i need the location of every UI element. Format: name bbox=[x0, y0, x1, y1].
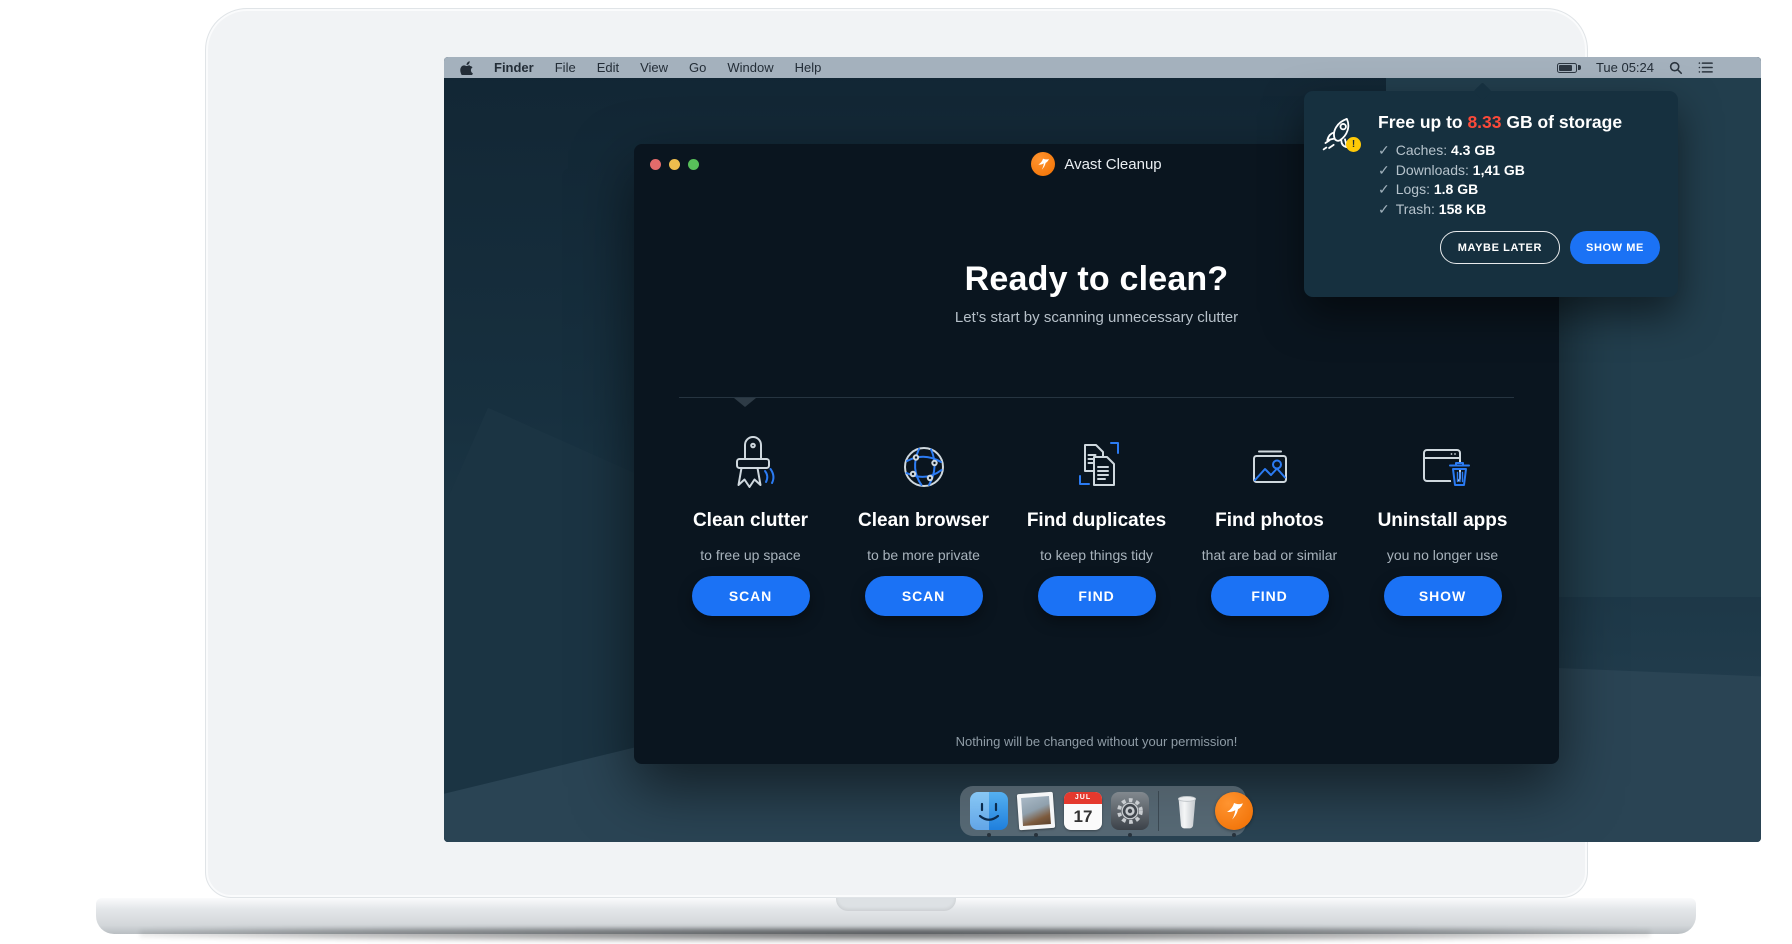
cleanup-items-list: ✓Caches: 4.3 GB ✓Downloads: 1,41 GB ✓Log… bbox=[1378, 141, 1660, 219]
dock-mail-icon[interactable] bbox=[1017, 792, 1055, 830]
feature-find-duplicates: Find duplicates to keep things tidy FIND bbox=[1010, 428, 1183, 616]
section-divider bbox=[679, 397, 1514, 398]
dock-settings-icon[interactable] bbox=[1111, 792, 1149, 830]
warning-badge-icon: ! bbox=[1346, 137, 1361, 152]
apple-menu-icon[interactable] bbox=[460, 60, 473, 75]
duplicates-icon bbox=[1059, 428, 1135, 506]
list-item-caches: ✓Caches: 4.3 GB bbox=[1378, 141, 1660, 161]
maybe-later-button[interactable]: MAYBE LATER bbox=[1440, 231, 1560, 264]
feature-subtitle: to keep things tidy bbox=[1040, 547, 1153, 563]
find-duplicates-button[interactable]: FIND bbox=[1038, 576, 1156, 616]
menu-bar-right: Tue 05:24 bbox=[1557, 60, 1713, 75]
battery-icon bbox=[1557, 63, 1581, 73]
feature-subtitle: you no longer use bbox=[1387, 547, 1498, 563]
brush-icon bbox=[713, 428, 789, 506]
feature-clean-browser: Clean browser to be more private SCAN bbox=[837, 428, 1010, 616]
show-apps-button[interactable]: SHOW bbox=[1384, 576, 1502, 616]
dock-calendar-icon[interactable]: JUL 17 bbox=[1064, 792, 1102, 830]
selected-tab-pointer bbox=[734, 398, 756, 407]
scan-browser-button[interactable]: SCAN bbox=[865, 576, 983, 616]
photos-icon bbox=[1232, 428, 1308, 506]
dock-trash-icon[interactable] bbox=[1168, 792, 1206, 830]
storage-amount: 8.33 bbox=[1467, 112, 1501, 132]
search-icon[interactable] bbox=[1669, 61, 1683, 75]
feature-clean-clutter: Clean clutter to free up space SCAN bbox=[664, 428, 837, 616]
feature-title: Clean clutter bbox=[693, 510, 808, 532]
calendar-day: 17 bbox=[1064, 804, 1102, 830]
laptop-base-notch bbox=[836, 898, 956, 911]
running-indicator bbox=[987, 833, 991, 837]
feature-title: Find photos bbox=[1215, 510, 1324, 532]
avast-logo-icon bbox=[1031, 152, 1055, 176]
dock-divider bbox=[1158, 791, 1159, 831]
scan-clutter-button[interactable]: SCAN bbox=[692, 576, 810, 616]
menu-item-finder[interactable]: Finder bbox=[494, 60, 534, 75]
running-indicator bbox=[1128, 833, 1132, 837]
feature-row: Clean clutter to free up space SCAN bbox=[664, 428, 1529, 616]
laptop-lid: Finder File Edit View Go Window Help Tue… bbox=[205, 8, 1588, 898]
laptop-mockup: Finder File Edit View Go Window Help Tue… bbox=[0, 0, 1792, 944]
find-photos-button[interactable]: FIND bbox=[1211, 576, 1329, 616]
calendar-month: JUL bbox=[1064, 792, 1102, 804]
running-indicator bbox=[1034, 833, 1038, 837]
feature-title: Find duplicates bbox=[1027, 510, 1166, 532]
list-item-logs: ✓Logs: 1.8 GB bbox=[1378, 180, 1660, 200]
dock-finder-icon[interactable] bbox=[970, 792, 1008, 830]
feature-subtitle: that are bad or similar bbox=[1202, 547, 1337, 563]
popup-title: Free up to 8.33 GB of storage bbox=[1378, 111, 1660, 133]
globe-icon bbox=[886, 428, 962, 506]
check-icon: ✓ bbox=[1378, 201, 1390, 217]
check-icon: ✓ bbox=[1378, 162, 1390, 178]
list-item-trash: ✓Trash: 158 KB bbox=[1378, 200, 1660, 220]
feature-subtitle: to free up space bbox=[700, 547, 800, 563]
menu-clock[interactable]: Tue 05:24 bbox=[1596, 60, 1654, 75]
check-icon: ✓ bbox=[1378, 181, 1390, 197]
storage-notification-popup: ! Free up to 8.33 GB of storage ✓Caches:… bbox=[1304, 91, 1678, 297]
laptop-screen: Finder File Edit View Go Window Help Tue… bbox=[444, 57, 1761, 842]
permission-note: Nothing will be changed without your per… bbox=[634, 734, 1559, 749]
menu-item-go[interactable]: Go bbox=[689, 60, 706, 75]
popup-actions: MAYBE LATER SHOW ME bbox=[1378, 231, 1660, 264]
dock-avast-icon[interactable] bbox=[1215, 792, 1253, 830]
dock: JUL 17 bbox=[960, 786, 1246, 836]
notification-center-icon[interactable] bbox=[1698, 61, 1713, 74]
feature-subtitle: to be more private bbox=[867, 547, 980, 563]
menu-item-file[interactable]: File bbox=[555, 60, 576, 75]
feature-uninstall-apps: Uninstall apps you no longer use SHOW bbox=[1356, 428, 1529, 616]
page-subtitle: Let’s start by scanning unnecessary clut… bbox=[634, 309, 1559, 326]
menu-item-view[interactable]: View bbox=[640, 60, 668, 75]
check-icon: ✓ bbox=[1378, 142, 1390, 158]
menu-item-help[interactable]: Help bbox=[795, 60, 822, 75]
running-indicator bbox=[1232, 833, 1236, 837]
rocket-icon: ! bbox=[1320, 111, 1366, 264]
menu-bar: Finder File Edit View Go Window Help Tue… bbox=[444, 57, 1761, 78]
laptop-shadow bbox=[140, 928, 1650, 942]
menu-item-edit[interactable]: Edit bbox=[597, 60, 619, 75]
uninstall-icon bbox=[1405, 428, 1481, 506]
list-item-downloads: ✓Downloads: 1,41 GB bbox=[1378, 161, 1660, 181]
menu-bar-left: Finder File Edit View Go Window Help bbox=[460, 60, 821, 75]
app-title: Avast Cleanup bbox=[1064, 156, 1161, 173]
show-me-button[interactable]: SHOW ME bbox=[1570, 231, 1660, 264]
menu-item-window[interactable]: Window bbox=[727, 60, 773, 75]
feature-title: Clean browser bbox=[858, 510, 989, 532]
feature-find-photos: Find photos that are bad or similar FIND bbox=[1183, 428, 1356, 616]
feature-title: Uninstall apps bbox=[1378, 510, 1508, 532]
